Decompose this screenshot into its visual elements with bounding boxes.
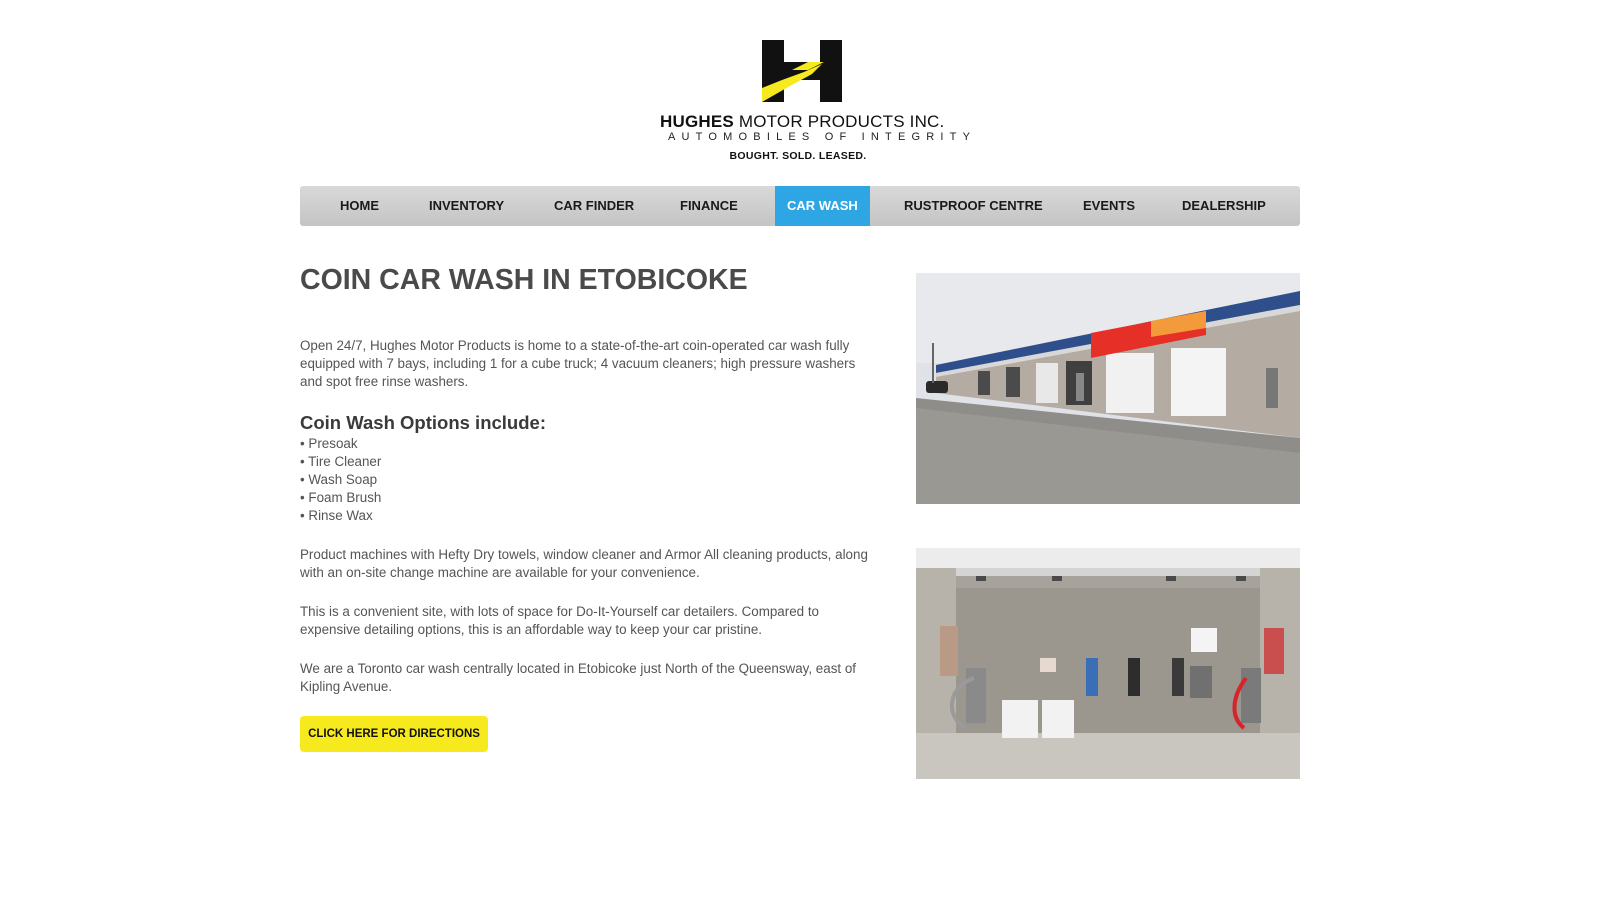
nav-item-events[interactable]: EVENTS [1083,186,1135,226]
site-logo[interactable]: HUGHES MOTOR PRODUCTS INC. AUTOMOBILES O… [660,36,977,166]
vacuum-vending-bay-photo [916,548,1300,779]
products-paragraph: Product machines with Hefty Dry towels, … [300,547,868,580]
list-item: • Foam Brush [300,490,382,505]
list-item: • Tire Cleaner [300,454,382,469]
options-heading: Coin Wash Options include: [300,412,546,433]
directions-button[interactable]: CLICK HERE FOR DIRECTIONS [300,716,488,752]
hughes-h-logo-icon [762,40,842,102]
convenience-paragraph: This is a convenient site, with lots of … [300,604,819,637]
nav-item-dealership[interactable]: DEALERSHIP [1182,186,1266,226]
page-title: COIN CAR WASH IN ETOBICOKE [300,264,748,296]
options-list: • Presoak • Tire Cleaner • Wash Soap • F… [300,435,381,525]
nav-item-home[interactable]: HOME [340,186,379,226]
car-wash-exterior-photo [916,273,1300,504]
nav-item-rustproof-centre[interactable]: RUSTPROOF CENTRE [904,186,1043,226]
nav-item-car-finder[interactable]: CAR FINDER [554,186,634,226]
logo-tagline: AUTOMOBILES OF INTEGRITY [668,131,977,143]
list-item: • Rinse Wax [300,508,373,523]
logo-subline: BOUGHT. SOLD. LEASED. [729,150,867,162]
main-nav: HOME INVENTORY CAR FINDER FINANCE CAR WA… [300,186,1300,226]
logo-company-name: HUGHES MOTOR PRODUCTS INC. [660,112,945,131]
nav-item-car-wash[interactable]: CAR WASH [775,186,870,226]
location-paragraph: We are a Toronto car wash centrally loca… [300,661,857,694]
list-item: • Wash Soap [300,472,378,487]
nav-item-inventory[interactable]: INVENTORY [429,186,504,226]
nav-item-finance[interactable]: FINANCE [680,186,738,226]
intro-paragraph: Open 24/7, Hughes Motor Products is home… [300,338,856,389]
list-item: • Presoak [300,436,358,451]
